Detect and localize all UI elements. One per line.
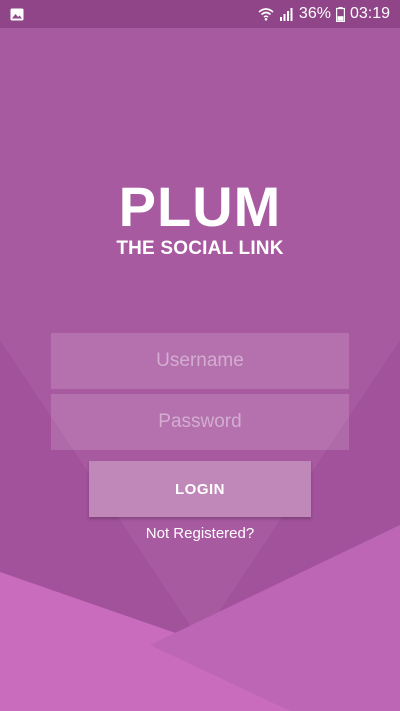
status-left-group	[10, 8, 24, 21]
signal-icon	[279, 8, 293, 21]
status-time: 03:19	[349, 5, 390, 22]
wifi-icon	[258, 8, 274, 21]
app-title: PLUM	[118, 175, 282, 238]
battery-percent: 36%	[298, 5, 331, 22]
battery-icon	[335, 6, 345, 22]
username-input[interactable]	[51, 333, 349, 389]
password-input[interactable]	[51, 394, 349, 450]
login-button[interactable]: LOGIN	[89, 461, 311, 517]
status-bar: 36% 03:19	[0, 0, 400, 28]
login-screen: 36% 03:19 PLUM THE SOCIAL LINK LOGIN Not…	[0, 0, 400, 711]
not-registered-link[interactable]: Not Registered?	[0, 525, 400, 542]
image-icon	[10, 8, 24, 20]
status-right-group: 36% 03:19	[258, 5, 390, 23]
app-subtitle: THE SOCIAL LINK	[116, 238, 284, 259]
